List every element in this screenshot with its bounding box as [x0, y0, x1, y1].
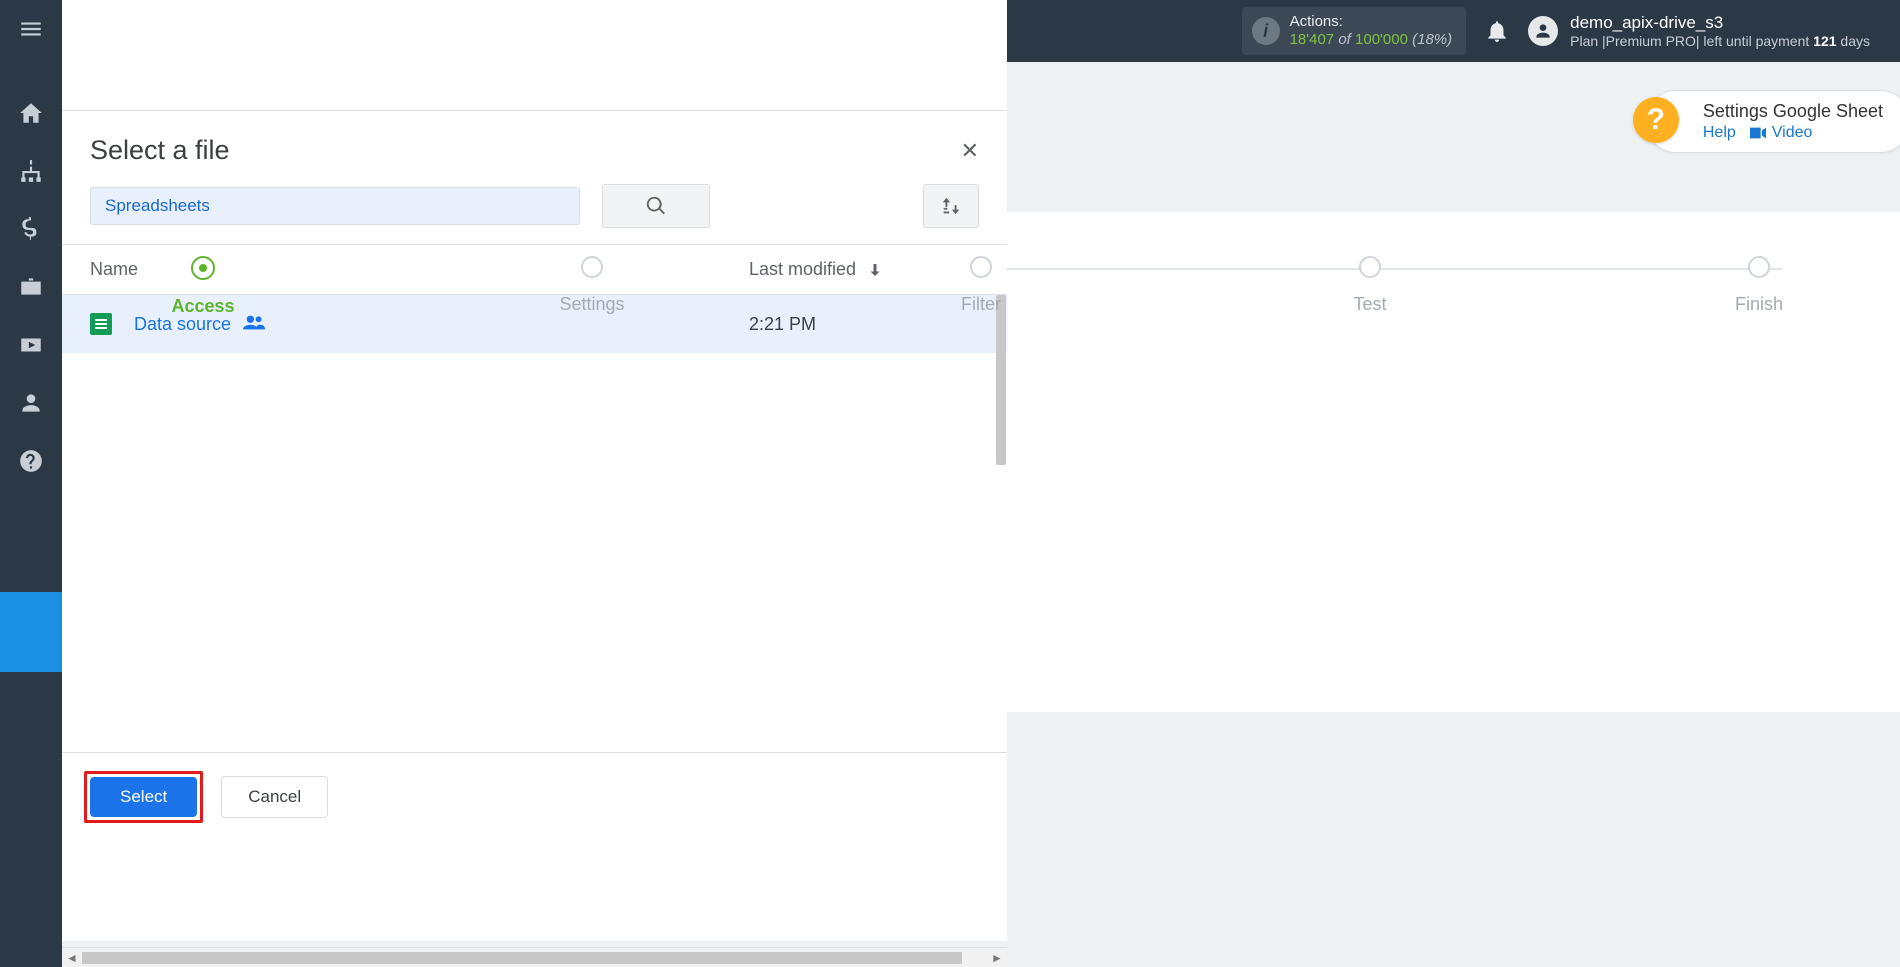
scrollbar-thumb[interactable]: [996, 295, 1006, 465]
nav-rail: [0, 0, 62, 967]
select-button[interactable]: Select: [90, 777, 197, 817]
sitemap-icon[interactable]: [0, 142, 62, 200]
step-access[interactable]: Access: [128, 256, 278, 317]
actions-of: of: [1338, 31, 1351, 48]
actions-total: 100'000: [1355, 31, 1408, 48]
menu-icon[interactable]: [0, 0, 62, 58]
actions-pct: (18%): [1412, 31, 1452, 48]
video-icon[interactable]: [0, 316, 62, 374]
filter-chip[interactable]: Spreadsheets: [90, 187, 580, 225]
video-link[interactable]: Video: [1750, 124, 1813, 142]
cancel-button[interactable]: Cancel: [221, 776, 328, 818]
dollar-icon[interactable]: [0, 200, 62, 258]
arrow-down-icon: [866, 261, 884, 279]
info-icon: i: [1252, 17, 1280, 45]
username: demo_apix-drive_s3: [1570, 13, 1870, 33]
sort-button[interactable]: [923, 184, 979, 228]
step-settings[interactable]: Settings: [517, 256, 667, 315]
close-icon[interactable]: ✕: [961, 138, 979, 164]
scroll-left-icon[interactable]: ◄: [62, 951, 82, 965]
scroll-right-icon[interactable]: ►: [987, 951, 1007, 965]
select-highlight: Select: [84, 771, 203, 823]
help-chip: ? Settings Google Sheet Help Video: [1646, 90, 1900, 153]
home-icon[interactable]: [0, 84, 62, 142]
briefcase-icon[interactable]: [0, 258, 62, 316]
file-modified: 2:21 PM: [749, 314, 979, 335]
search-button[interactable]: [602, 184, 710, 228]
plan-line: Plan |Premium PRO| left until payment 12…: [1570, 33, 1870, 49]
question-icon[interactable]: ?: [1633, 97, 1679, 143]
actions-counter[interactable]: i Actions: 18'407 of 100'000 (18%): [1242, 7, 1467, 55]
bell-icon[interactable]: [1484, 18, 1510, 44]
avatar-icon: [1528, 16, 1558, 46]
help-link[interactable]: Help: [1703, 124, 1736, 142]
step-filter[interactable]: Filter: [906, 256, 1056, 315]
file-picker-dialog: Select a file ✕ Spreadsheets Name Last m…: [62, 110, 1007, 841]
help-icon[interactable]: [0, 432, 62, 490]
actions-count: 18'407: [1290, 31, 1335, 48]
hscroll-thumb[interactable]: [82, 952, 962, 964]
user-icon[interactable]: [0, 374, 62, 432]
actions-label: Actions:: [1290, 13, 1453, 31]
user-block[interactable]: demo_apix-drive_s3 Plan |Premium PRO| le…: [1528, 13, 1870, 49]
help-title: Settings Google Sheet: [1703, 101, 1883, 122]
horizontal-scrollbar[interactable]: ◄ ►: [62, 947, 1007, 967]
dialog-footer: Select Cancel: [62, 752, 1007, 841]
step-test[interactable]: Test: [1295, 256, 1445, 315]
step-finish[interactable]: Finish: [1684, 256, 1834, 315]
file-list: Data source 2:21 PM: [62, 295, 1007, 752]
dialog-title: Select a file: [90, 135, 230, 166]
sheets-icon: [90, 313, 112, 335]
